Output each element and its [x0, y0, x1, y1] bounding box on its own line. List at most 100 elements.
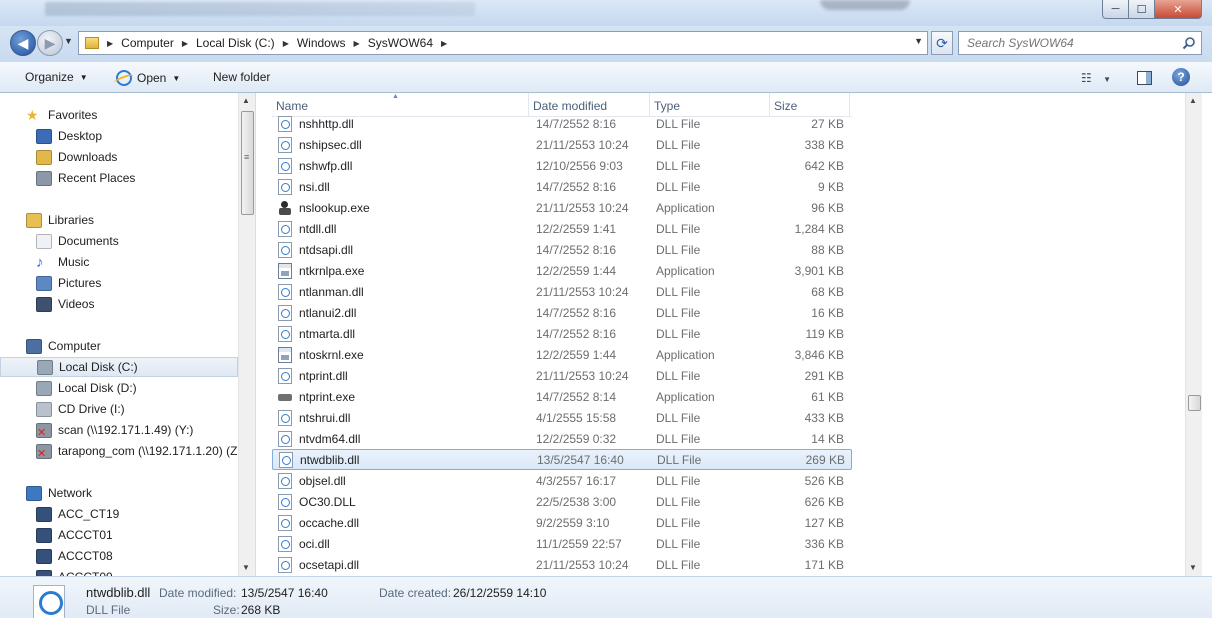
breadcrumb-local-disk[interactable]: Local Disk (C:) ▶ [196, 36, 297, 50]
sidebar-item-accct01[interactable]: ACCCT01 [0, 525, 238, 545]
sidebar-item-local-disk-c[interactable]: Local Disk (C:) [0, 357, 238, 377]
file-date-modified: 14/7/2552 8:16 [536, 116, 617, 131]
breadcrumb-computer[interactable]: Computer ▶ [121, 36, 196, 50]
dll-file-icon [278, 514, 292, 531]
preview-pane-button[interactable] [1137, 71, 1152, 85]
file-row[interactable]: ntkrnlpa.exe 12/2/2559 1:44 Application 3,9… [272, 260, 852, 281]
file-type: DLL File [656, 137, 701, 152]
blurred-title-text [45, 2, 475, 16]
file-row[interactable]: objsel.dll 4/3/2557 16:17 DLL File 526 KB [272, 470, 852, 491]
file-row[interactable]: nsi.dll 14/7/2552 8:16 DLL File 9 KB [272, 176, 852, 197]
file-row[interactable]: nshipsec.dll 21/11/2553 10:24 DLL File 338 … [272, 134, 852, 155]
file-name: ntdll.dll [299, 221, 337, 236]
sidebar-item-tarapong-com-192-171-1-20-z[interactable]: ✕ tarapong_com (\\192.171.1.20) (Z:) [0, 441, 245, 461]
sidebar-item-recent-places[interactable]: Recent Places [0, 168, 238, 188]
file-name: ntlanman.dll [299, 284, 364, 299]
file-size: 68 KB [811, 284, 844, 299]
sidebar-item-label: scan (\\192.171.1.49) (Y:) [58, 423, 194, 437]
scroll-up-icon[interactable]: ▲ [242, 96, 250, 105]
sidebar-item-pictures[interactable]: Pictures [0, 273, 238, 293]
sidebar-item-local-disk-d[interactable]: Local Disk (D:) [0, 378, 238, 398]
forward-arrow-icon: ▶ [44, 34, 56, 51]
file-name-cell: ntlanman.dll [272, 283, 534, 300]
file-row[interactable]: oci.dll 11/1/2559 22:57 DLL File 336 KB [272, 533, 852, 554]
recent-pages-dropdown[interactable]: ▼ [64, 36, 73, 46]
navigation-scrollbar[interactable]: ▲ ▼ [238, 93, 255, 576]
file-row[interactable]: ntdll.dll 12/2/2559 1:41 DLL File 1,284 KB [272, 218, 852, 239]
sidebar-item-computer[interactable]: Computer [0, 336, 238, 356]
forward-button[interactable]: ▶ [37, 30, 63, 56]
file-row[interactable]: ntlanui2.dll 14/7/2552 8:16 DLL File 16 KB [272, 302, 852, 323]
file-list-scrollbar[interactable]: ▲ ▼ [1185, 93, 1202, 576]
file-row[interactable]: ntlanman.dll 21/11/2553 10:24 DLL File 68 K… [272, 281, 852, 302]
file-row[interactable]: nslookup.exe 21/11/2553 10:24 Application 9… [272, 197, 852, 218]
sidebar-item-acc-ct19[interactable]: ACC_CT19 [0, 504, 238, 524]
dll-file-icon [278, 115, 292, 132]
new-folder-button[interactable]: New folder [213, 70, 270, 84]
sidebar-item-accct08[interactable]: ACCCT08 [0, 546, 238, 566]
file-date-modified: 14/7/2552 8:16 [536, 326, 617, 341]
back-button[interactable]: ◀ [10, 30, 36, 56]
scrollbar-thumb[interactable] [1188, 395, 1201, 411]
sidebar-item-accct09[interactable]: ACCCT09 [0, 567, 238, 576]
file-row[interactable]: ntvdm64.dll 12/2/2559 0:32 DLL File 14 KB [272, 428, 852, 449]
search-icon[interactable] [1182, 36, 1196, 50]
minimize-button[interactable]: ─ [1102, 0, 1129, 19]
file-row[interactable]: ntprint.dll 21/11/2553 10:24 DLL File 291 K… [272, 365, 852, 386]
address-history-dropdown[interactable]: ▼ [914, 36, 923, 46]
recent-places-icon [36, 170, 52, 186]
close-button[interactable]: ✕ [1154, 0, 1202, 19]
file-row[interactable]: ntdsapi.dll 14/7/2552 8:16 DLL File 88 KB [272, 239, 852, 260]
search-input[interactable] [959, 36, 1169, 50]
open-button[interactable]: Open ▼ [116, 70, 180, 86]
scrollbar-thumb[interactable] [241, 111, 254, 215]
help-button[interactable]: ? [1172, 68, 1190, 86]
file-size: 171 KB [804, 557, 844, 572]
file-row[interactable]: ntshrui.dll 4/1/2555 15:58 DLL File 433 KB [272, 407, 852, 428]
application-icon [278, 262, 292, 279]
file-size: 27 KB [811, 116, 844, 131]
file-row[interactable]: ntwdblib.dll 13/5/2547 16:40 DLL File 269 K… [272, 449, 852, 470]
sidebar-item-libraries[interactable]: Libraries [0, 210, 238, 230]
file-date-modified: 9/2/2559 3:10 [536, 515, 610, 530]
breadcrumb-syswow64[interactable]: SysWOW64 ▶ [368, 36, 456, 50]
file-name-cell: ntlanui2.dll [272, 304, 534, 321]
maximize-button[interactable]: ☐ [1128, 0, 1155, 19]
file-row[interactable]: ntprint.exe 14/7/2552 8:14 Application 61 K… [272, 386, 852, 407]
libraries-icon [26, 212, 42, 228]
file-date-modified: 14/7/2552 8:16 [536, 179, 617, 194]
sidebar-item-music[interactable]: ♪ Music [0, 252, 238, 272]
change-view-button[interactable]: ☷ ▼ [1081, 71, 1111, 85]
sidebar-item-cd-drive-i[interactable]: CD Drive (I:) [0, 399, 238, 419]
file-row[interactable]: nshhttp.dll 14/7/2552 8:16 DLL File 27 KB [272, 113, 852, 134]
breadcrumb-windows[interactable]: Windows ▶ [297, 36, 368, 50]
breadcrumb-root-chevron[interactable]: ▶ [99, 39, 121, 48]
pictures-icon [36, 275, 52, 291]
sidebar-item-videos[interactable]: Videos [0, 294, 238, 314]
network-icon [26, 485, 42, 501]
file-row[interactable]: nshwfp.dll 12/10/2556 9:03 DLL File 642 KB [272, 155, 852, 176]
scroll-up-icon[interactable]: ▲ [1189, 96, 1197, 105]
address-bar[interactable]: ▶ Computer ▶ Local Disk (C:) ▶ Windows ▶ Sy… [78, 31, 928, 55]
sidebar-item-documents[interactable]: Documents [0, 231, 238, 251]
search-box[interactable] [958, 31, 1202, 55]
refresh-button[interactable]: ⟳ [931, 31, 953, 55]
file-row[interactable]: OC30.DLL 22/5/2538 3:00 DLL File 626 KB [272, 491, 852, 512]
sidebar-item-scan-192-171-1-49-y[interactable]: ✕ scan (\\192.171.1.49) (Y:) [0, 420, 238, 440]
new-folder-label: New folder [213, 70, 271, 84]
organize-button[interactable]: Organize ▼ [25, 70, 88, 84]
file-row[interactable]: ntoskrnl.exe 12/2/2559 1:44 Application 3,8… [272, 344, 852, 365]
sidebar-item-desktop[interactable]: Desktop [0, 126, 238, 146]
scroll-down-icon[interactable]: ▼ [242, 563, 250, 572]
sidebar-item-network[interactable]: Network [0, 483, 238, 503]
file-row[interactable]: ntmarta.dll 14/7/2552 8:16 DLL File 119 KB [272, 323, 852, 344]
file-date-modified: 13/5/2547 16:40 [537, 452, 624, 467]
file-row[interactable]: ocsetapi.dll 21/11/2553 10:24 DLL File 171 … [272, 554, 852, 575]
sidebar-item-downloads[interactable]: Downloads [0, 147, 238, 167]
sidebar-item-favorites[interactable]: ★ Favorites [0, 105, 238, 125]
folder-icon [85, 37, 99, 49]
file-size: 626 KB [804, 494, 844, 509]
scroll-down-icon[interactable]: ▼ [1189, 563, 1197, 572]
column-type-label: Type [654, 99, 681, 113]
file-row[interactable]: occache.dll 9/2/2559 3:10 DLL File 127 KB [272, 512, 852, 533]
